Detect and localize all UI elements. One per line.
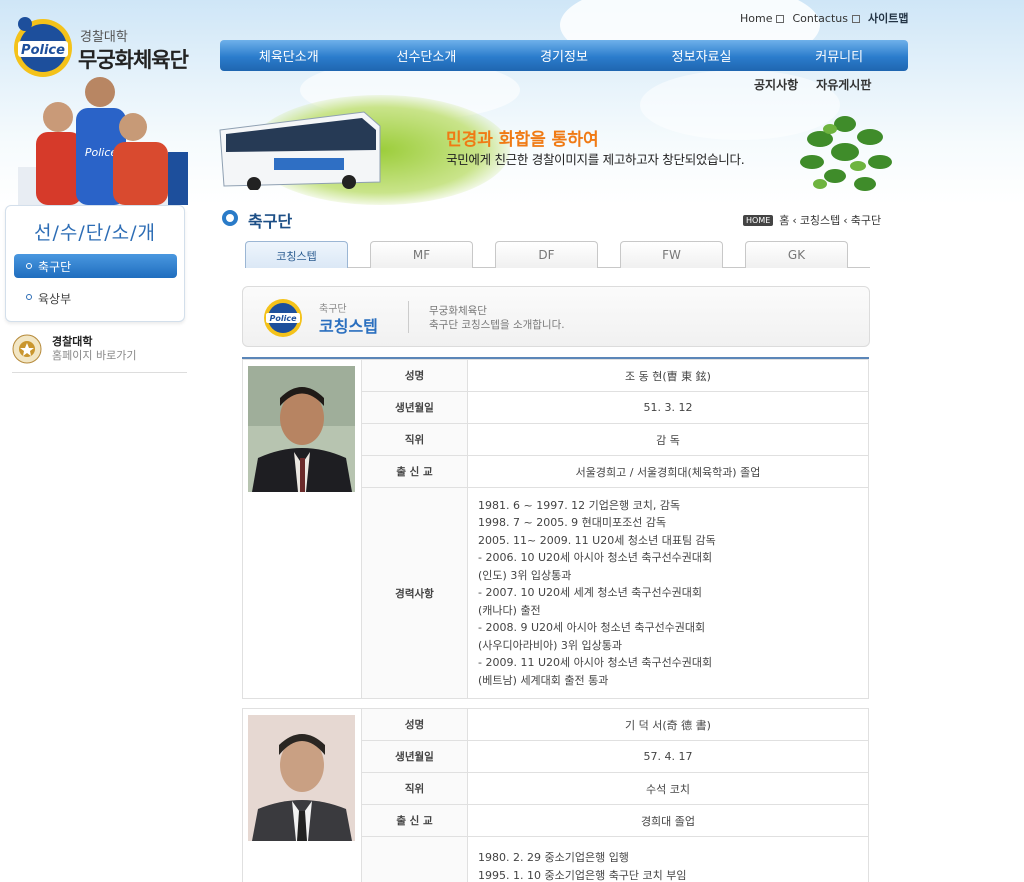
staff-photo-cell	[242, 359, 362, 699]
staff-birth: 57. 4. 17	[467, 740, 869, 773]
label-position: 직위	[361, 772, 468, 805]
position-tabs: 코칭스텝 MF DF FW GK	[245, 241, 870, 268]
university-homepage-link[interactable]: 경찰대학 홈페이지 바로가기	[12, 333, 187, 373]
staff-career: 1981. 6 ~ 1997. 12 기업은행 코치, 감독 1998. 7 ~…	[467, 487, 869, 699]
divider	[408, 301, 409, 333]
label-school: 출 신 교	[361, 804, 468, 837]
nav-item-players[interactable]: 선수단소개	[358, 46, 496, 65]
bullet-icon	[26, 294, 32, 300]
plant-image	[800, 116, 892, 191]
utility-links: Home Contactus 사이트맵	[740, 10, 908, 26]
career-line: (베트남) 세계대회 출전 통과	[478, 673, 609, 687]
police-university-emblem-icon	[12, 334, 42, 364]
util-sitemap-link[interactable]: 사이트맵	[868, 10, 908, 26]
intro-line-2: 축구단 코칭스텝을 소개합니다.	[429, 319, 565, 331]
label-career	[361, 836, 468, 882]
university-link-text: 홈페이지 바로가기	[52, 349, 137, 362]
logo-title[interactable]: 무궁화체육단	[78, 44, 189, 74]
staff-school: 서울경희고 / 서울경희대(체육학과) 졸업	[467, 455, 869, 488]
career-line: (인도) 3위 입상통과	[478, 568, 572, 582]
staff-profile-table: 성명 조 동 현(曺 東 鉉) 생년월일 51. 3. 12 직위 감 독 출 …	[242, 359, 869, 699]
label-career: 경력사항	[361, 487, 468, 699]
team-bus-image	[219, 111, 381, 190]
staff-school: 경희대 졸업	[467, 804, 869, 837]
breadcrumb: HOME 홈 ‹ 코칭스텝 ‹ 축구단	[743, 212, 881, 228]
bullet-icon	[26, 263, 32, 269]
header-banner: Police 경찰대학 무궁화체육단 Home Contactus 사이트맵 체…	[0, 0, 1024, 205]
police-logo-icon: Police	[264, 299, 302, 337]
staff-photo	[248, 715, 355, 841]
sub-link-notice[interactable]: 공지사항	[754, 76, 798, 93]
players-photo: Police	[18, 77, 188, 205]
svg-text:Police: Police	[21, 43, 65, 58]
career-line: 1998. 7 ~ 2005. 9 현대미포조선 감독	[478, 516, 667, 530]
staff-profile-table: 성명 기 덕 서(奇 德 書) 생년월일 57. 4. 17 직위 수석 코치 …	[242, 708, 869, 882]
career-line: 1981. 6 ~ 1997. 12 기업은행 코치, 감독	[478, 498, 681, 512]
tab-mf[interactable]: MF	[370, 241, 473, 268]
sidebar-item-football[interactable]: 축구단	[14, 254, 177, 278]
career-line: (캐나다) 출전	[478, 603, 541, 617]
slogan-text: 국민에게 친근한 경찰이미지를 제고하고자 창단되었습니다.	[446, 152, 745, 167]
career-line: - 2009. 11 U20세 아시아 청소년 축구선수권대회	[478, 656, 713, 670]
label-birth: 생년월일	[361, 391, 468, 424]
staff-birth: 51. 3. 12	[467, 391, 869, 424]
page: Police 경찰대학 무궁화체육단 Home Contactus 사이트맵 체…	[0, 0, 1024, 882]
career-line: - 2007. 10 U20세 세계 청소년 축구선수권대회	[478, 586, 703, 600]
nav-item-community[interactable]: 커뮤니티	[770, 46, 908, 65]
staff-photo-cell	[242, 708, 362, 882]
sub-link-board[interactable]: 자유게시판	[816, 76, 871, 93]
career-line: (사우디아라비아) 3위 입상통과	[478, 638, 623, 652]
sidebar-menu: 선/수/단/소/개 축구단 육상부	[5, 205, 185, 322]
tab-df[interactable]: DF	[495, 241, 598, 268]
slogan-headline: 민경과 화합을 통하여	[446, 130, 599, 150]
sub-menu: 공지사항 자유게시판	[754, 76, 871, 93]
breadcrumb-coaching[interactable]: 코칭스텝	[800, 212, 840, 228]
intro-line-1: 무궁화체육단	[429, 305, 487, 317]
sidebar-item-label: 육상부	[38, 292, 72, 306]
svg-text:Police: Police	[85, 146, 118, 159]
label-position: 직위	[361, 423, 468, 456]
nav-item-archive[interactable]: 정보자료실	[633, 46, 771, 65]
police-logo-icon[interactable]: Police	[12, 14, 74, 80]
intro-heading: 코칭스텝	[319, 317, 378, 336]
staff-name: 조 동 현(曺 東 鉉)	[467, 359, 869, 392]
staff-position: 감 독	[467, 423, 869, 456]
tab-fw[interactable]: FW	[620, 241, 723, 268]
sidebar-title: 선/수/단/소/개	[33, 222, 156, 244]
label-name: 성명	[361, 359, 468, 392]
nav-item-games[interactable]: 경기정보	[495, 46, 633, 65]
title-circle-icon	[222, 210, 238, 226]
logo-subtitle: 경찰대학	[80, 30, 128, 45]
career-line: 1980. 2. 29 중소기업은행 입행	[478, 851, 629, 864]
svg-text:Police: Police	[269, 314, 297, 323]
staff-position: 수석 코치	[467, 772, 869, 805]
staff-career: 1980. 2. 29 중소기업은행 입행 1995. 1. 10 중소기업은행…	[467, 836, 869, 882]
career-line: - 2008. 9 U20세 아시아 청소년 축구선수권대회	[478, 621, 706, 635]
page-title: 축구단	[248, 212, 293, 231]
section-intro-box: Police 축구단 코칭스텝 무궁화체육단 축구단 코칭스텝을 소개합니다.	[242, 286, 870, 347]
nav-item-about[interactable]: 체육단소개	[220, 46, 358, 65]
sidebar-item-athletics[interactable]: 육상부	[14, 290, 71, 307]
tab-gk[interactable]: GK	[745, 241, 848, 268]
label-birth: 생년월일	[361, 740, 468, 773]
career-line: - 2006. 10 U20세 아시아 청소년 축구선수권대회	[478, 551, 713, 565]
staff-photo	[248, 366, 355, 492]
util-contact-link[interactable]: Contactus	[792, 12, 860, 25]
breadcrumb-football: 축구단	[850, 214, 882, 227]
tab-coaching-staff[interactable]: 코칭스텝	[245, 241, 348, 268]
global-nav: 체육단소개 선수단소개 경기정보 정보자료실 커뮤니티	[220, 40, 908, 71]
label-school: 출 신 교	[361, 455, 468, 488]
util-home-link[interactable]: Home	[740, 12, 785, 25]
breadcrumb-home[interactable]: 홈	[779, 212, 789, 228]
career-line: 2005. 11~ 2009. 11 U20세 청소년 대표팀 감독	[478, 533, 716, 547]
sidebar-item-label: 축구단	[38, 260, 72, 274]
home-badge-icon[interactable]: HOME	[743, 214, 774, 226]
label-name: 성명	[361, 708, 468, 741]
career-line: 1995. 1. 10 중소기업은행 축구단 코치 부임	[478, 868, 687, 882]
staff-name: 기 덕 서(奇 德 書)	[467, 708, 869, 741]
